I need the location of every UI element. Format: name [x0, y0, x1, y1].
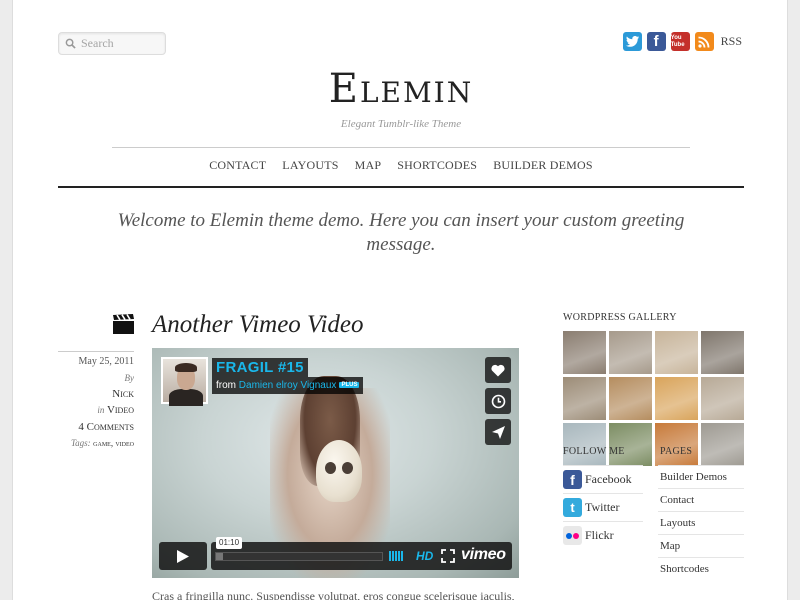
follow-label: Flickr [585, 528, 614, 542]
fullscreen-icon[interactable] [441, 549, 455, 563]
youtube-icon[interactable]: You Tube [670, 32, 690, 51]
follow-flickr[interactable]: Flickr [563, 521, 643, 549]
welcome-message: Welcome to Elemin theme demo. Here you c… [117, 210, 685, 255]
post-comments[interactable]: 4 Comments [58, 419, 134, 435]
twitter-icon[interactable] [622, 32, 642, 51]
follow-label: Twitter [585, 500, 620, 514]
post-author[interactable]: Nick [58, 386, 134, 402]
page: f You Tube RSS Elemin Elegant Tumblr-lik… [12, 0, 788, 600]
pages-heading: PAGES [660, 446, 693, 457]
post-title[interactable]: Another Vimeo Video [152, 311, 364, 339]
main-nav: CONTACT LAYOUTS MAP SHORTCODES BUILDER D… [13, 158, 789, 173]
post-category[interactable]: Video [107, 404, 134, 416]
header-divider [58, 186, 744, 188]
divider [112, 147, 690, 148]
gallery-thumbnail[interactable] [655, 423, 698, 466]
flickr-icon [563, 526, 582, 545]
gallery-thumbnail[interactable] [609, 423, 652, 466]
gallery-thumbnail[interactable] [609, 331, 652, 374]
page-link[interactable]: Builder Demos [658, 465, 744, 488]
twitter-icon: t [563, 498, 582, 517]
progress-fill [216, 553, 223, 560]
heart-icon [491, 364, 505, 376]
nav-builder-demos[interactable]: BUILDER DEMOS [493, 158, 593, 173]
page-link[interactable]: Layouts [658, 511, 744, 534]
rss-link[interactable]: RSS [721, 34, 742, 49]
by-label: By [124, 373, 135, 383]
control-bar: 01:10 HD vimeo [211, 537, 512, 570]
video-player[interactable]: FRAGIL #15 from Damien elroy Vignaux PLUS… [152, 348, 519, 578]
gallery-thumbnail[interactable] [609, 377, 652, 420]
video-title[interactable]: FRAGIL #15 [212, 358, 308, 377]
nav-map[interactable]: MAP [355, 158, 382, 173]
post-date: May 25, 2011 [58, 351, 134, 370]
gallery-thumbnail[interactable] [701, 377, 744, 420]
video-byline: from Damien elroy Vignaux PLUS [212, 377, 364, 394]
post-meta: May 25, 2011 By Nick in Video 4 Comments… [58, 351, 134, 452]
page-link[interactable]: Shortcodes [658, 557, 744, 580]
gallery-thumbnail[interactable] [563, 377, 606, 420]
video-from-label: from [216, 380, 236, 391]
page-link[interactable]: Map [658, 534, 744, 557]
facebook-icon: f [563, 470, 582, 489]
follow-heading: FOLLOW ME [563, 446, 625, 457]
search-icon [65, 38, 76, 49]
youtube-text: You Tube [670, 34, 685, 48]
paper-plane-icon [491, 425, 505, 439]
play-icon [177, 549, 189, 563]
site-tagline: Elegant Tumblr-like Theme [340, 118, 462, 130]
share-button[interactable] [485, 419, 511, 445]
site-title[interactable]: Elemin [13, 66, 789, 112]
follow-label: Facebook [585, 472, 632, 486]
post-tags[interactable]: game, video [93, 438, 134, 448]
like-button[interactable] [485, 357, 511, 383]
gallery-thumbnail[interactable] [563, 423, 606, 466]
search-box[interactable] [58, 32, 166, 55]
rss-icon[interactable] [694, 32, 714, 51]
social-links: f You Tube RSS [622, 32, 742, 51]
gallery-thumbnail[interactable] [701, 331, 744, 374]
tags-label: Tags: [70, 438, 91, 448]
gallery-thumbnail[interactable] [701, 423, 744, 466]
facebook-icon[interactable]: f [646, 32, 666, 51]
plus-badge: PLUS [339, 382, 360, 388]
hd-toggle[interactable]: HD [416, 549, 433, 563]
in-label: in [97, 405, 105, 415]
search-input[interactable] [81, 36, 161, 51]
gallery-thumbnail[interactable] [655, 377, 698, 420]
nav-layouts[interactable]: LAYOUTS [282, 158, 338, 173]
video-author-avatar[interactable] [161, 357, 208, 406]
video-controls: 01:10 HD vimeo [159, 537, 512, 570]
clock-icon [491, 394, 505, 408]
timecode: 01:10 [216, 537, 243, 549]
page-link[interactable]: Contact [658, 488, 744, 511]
volume-slider[interactable] [389, 551, 403, 561]
progress-track[interactable]: 01:10 [215, 537, 383, 561]
watch-later-button[interactable] [485, 388, 511, 414]
pages-list: Builder Demos Contact Layouts Map Shortc… [658, 465, 744, 580]
gallery-thumbnail[interactable] [563, 331, 606, 374]
vimeo-logo[interactable]: vimeo [461, 546, 506, 564]
follow-list: f Facebook t Twitter Flickr [563, 465, 643, 549]
video-skull [316, 440, 362, 502]
video-author[interactable]: Damien elroy Vignaux [239, 380, 337, 391]
gallery-heading: WORDPRESS GALLERY [563, 312, 677, 323]
nav-contact[interactable]: CONTACT [209, 158, 266, 173]
follow-twitter[interactable]: t Twitter [563, 493, 643, 521]
clapperboard-icon [113, 314, 134, 334]
post-excerpt: Cras a fringilla nunc. Suspendisse volut… [152, 589, 515, 600]
follow-facebook[interactable]: f Facebook [563, 465, 643, 493]
nav-shortcodes[interactable]: SHORTCODES [397, 158, 477, 173]
gallery-thumbnail[interactable] [655, 331, 698, 374]
play-button[interactable] [159, 542, 207, 570]
